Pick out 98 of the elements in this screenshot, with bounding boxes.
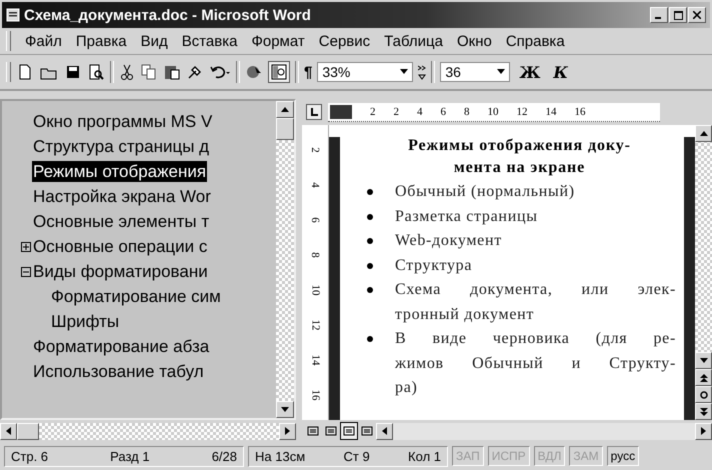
ruler-number: 16 bbox=[574, 106, 586, 118]
scrollbar[interactable] bbox=[276, 101, 294, 418]
maximize-button[interactable] bbox=[669, 7, 687, 23]
zoom-box[interactable]: 33% bbox=[317, 62, 414, 82]
expander-icon[interactable] bbox=[21, 267, 31, 277]
ruler-number: 12 bbox=[516, 106, 528, 118]
bullet-icon bbox=[367, 214, 373, 220]
ruler-number: 8 bbox=[464, 106, 470, 118]
ruler-number: 4 bbox=[309, 182, 321, 188]
double-arrow-up-icon[interactable] bbox=[700, 374, 708, 382]
scrollbar[interactable] bbox=[0, 422, 296, 440]
map-item[interactable]: Форматирование абза bbox=[32, 336, 210, 357]
ruler-number: 2 bbox=[394, 106, 399, 118]
ruler-number: 8 bbox=[309, 252, 321, 258]
ruler-number: 12 bbox=[309, 319, 321, 330]
paragraph-mark-button[interactable]: ¶ bbox=[304, 64, 312, 80]
ruler-number: 6 bbox=[309, 217, 321, 223]
ruler-number: 10 bbox=[488, 106, 498, 118]
ruler-number: 14 bbox=[309, 354, 321, 366]
bullet-text: Web-документ bbox=[395, 231, 503, 251]
ruler-number: 14 bbox=[546, 106, 556, 118]
page-number: Стр. 6 bbox=[11, 448, 48, 464]
document-icon bbox=[6, 8, 20, 22]
menu-item[interactable]: Вид bbox=[140, 32, 168, 50]
view-button[interactable] bbox=[340, 422, 358, 440]
ruler-number: 16 bbox=[309, 389, 321, 400]
menu-item[interactable]: Формат bbox=[251, 32, 305, 50]
scroll-thumb[interactable] bbox=[276, 118, 294, 140]
ruler-number: 6 bbox=[440, 106, 446, 118]
menu-item[interactable]: Файл bbox=[25, 32, 62, 50]
window-title: Схема_документа.doc - Microsoft Word bbox=[24, 6, 311, 24]
save-icon[interactable] bbox=[64, 63, 82, 81]
ruler-number: 2 bbox=[370, 106, 376, 118]
font-size-box[interactable]: 36 bbox=[440, 62, 510, 82]
arrow-right-icon[interactable] bbox=[701, 427, 706, 435]
menu-item[interactable]: Окно bbox=[456, 32, 492, 50]
map-item[interactable]: Основные элементы т bbox=[32, 211, 210, 232]
bullet-text: Схема документа, или элек- тронный документ bbox=[395, 280, 676, 324]
bullet-icon bbox=[367, 238, 373, 244]
bold-button[interactable]: Ж bbox=[515, 62, 544, 82]
ruler-number: 10 bbox=[309, 284, 321, 296]
double-arrow-down-icon[interactable] bbox=[700, 408, 708, 416]
map-item[interactable]: Структура страницы д bbox=[32, 136, 210, 157]
scroll-thumb[interactable] bbox=[17, 422, 39, 440]
menu-item[interactable]: Правка bbox=[76, 32, 127, 50]
document-map-icon[interactable] bbox=[268, 61, 290, 83]
bullet-text: Обычный (нормальный) bbox=[395, 182, 576, 202]
bullet-icon bbox=[367, 287, 373, 293]
map-item[interactable]: Настройка экрана Wor bbox=[32, 186, 212, 207]
expander-icon[interactable] bbox=[21, 242, 31, 252]
map-item[interactable]: Режимы отображения bbox=[32, 161, 208, 182]
scrollbar[interactable] bbox=[695, 125, 712, 420]
menu-item[interactable]: Вставка bbox=[182, 32, 238, 50]
menu-item[interactable]: Сервис bbox=[318, 32, 370, 50]
close-button[interactable] bbox=[688, 7, 706, 23]
column-number: Кол 1 bbox=[408, 448, 441, 464]
map-item[interactable]: Использование табул bbox=[32, 361, 205, 382]
status-indicator[interactable]: русс bbox=[606, 446, 640, 466]
more-icon[interactable] bbox=[418, 63, 426, 81]
bullet-text: Структура bbox=[395, 256, 474, 276]
arrow-right-icon[interactable] bbox=[285, 427, 290, 435]
arrow-down-icon[interactable] bbox=[700, 358, 708, 363]
map-item[interactable]: Форматирование сим bbox=[50, 286, 222, 307]
close-icon bbox=[693, 11, 701, 19]
bullet-text: Разметка страницы bbox=[395, 206, 539, 226]
map-item[interactable]: Основные операции с bbox=[32, 236, 208, 257]
map-item[interactable]: Виды форматировани bbox=[32, 261, 209, 282]
bullet-icon bbox=[367, 262, 373, 268]
map-item[interactable]: Окно программы MS V bbox=[32, 111, 214, 132]
arrow-left-icon[interactable] bbox=[382, 427, 387, 435]
line-number: Ст 9 bbox=[344, 448, 370, 464]
arrow-down-icon[interactable] bbox=[281, 407, 289, 412]
arrow-up-icon[interactable] bbox=[281, 107, 289, 112]
print-preview-icon[interactable] bbox=[87, 63, 105, 81]
bullet-icon bbox=[367, 336, 373, 342]
tab-selector-icon[interactable] bbox=[306, 104, 322, 120]
arrow-left-icon[interactable] bbox=[6, 427, 11, 435]
position-at: На 13см bbox=[255, 448, 306, 464]
ruler-margin[interactable] bbox=[330, 104, 352, 118]
bullet-text: В виде черновика (для ре- жимов Обычный и Структу- ра) bbox=[395, 329, 676, 398]
ruler-number: 4 bbox=[417, 106, 422, 118]
circle-icon[interactable] bbox=[700, 390, 708, 398]
section-number: Разд 1 bbox=[110, 448, 150, 464]
menu-item[interactable]: Таблица bbox=[384, 32, 443, 50]
minimize-button[interactable] bbox=[650, 7, 668, 23]
arrow-up-icon[interactable] bbox=[700, 131, 708, 136]
ruler-number: 2 bbox=[309, 148, 321, 154]
clipboard-icon[interactable] bbox=[163, 63, 181, 81]
italic-button[interactable]: К bbox=[549, 62, 572, 82]
scissors-icon[interactable] bbox=[119, 63, 135, 81]
copy-icon[interactable] bbox=[140, 63, 158, 81]
map-item[interactable]: Шрифты bbox=[50, 311, 120, 332]
page-heading: Режимы отображения доку- мента на экране bbox=[407, 136, 632, 178]
page-count: 6/28 bbox=[212, 448, 237, 464]
menu-item[interactable]: Справка bbox=[506, 32, 565, 50]
bullet-icon bbox=[367, 189, 373, 195]
scrollbar[interactable] bbox=[376, 422, 712, 440]
maximize-icon bbox=[674, 10, 682, 20]
